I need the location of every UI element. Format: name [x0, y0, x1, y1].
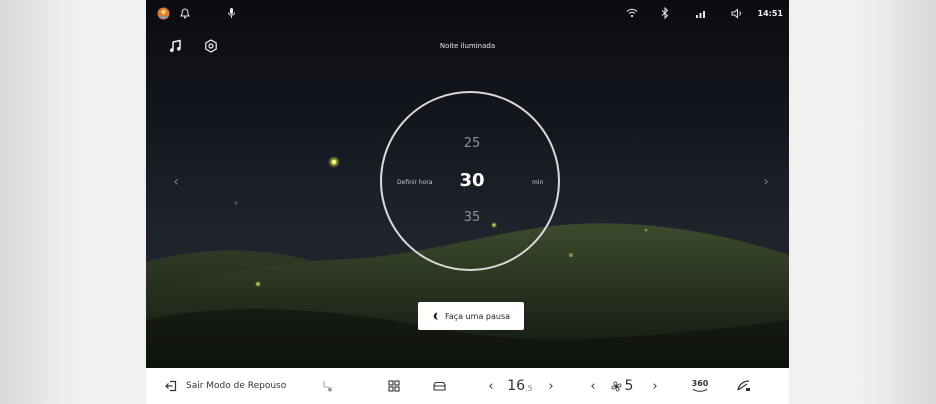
car-screen: 14:51 Noite iluminada ‹ › 25 30 35 Defin… [146, 0, 789, 404]
timer-option-previous[interactable]: 25 [382, 136, 562, 151]
seat-heating-icon[interactable] [320, 368, 334, 404]
temperature-value: 16 [507, 378, 526, 394]
avatar-icon[interactable] [156, 6, 170, 20]
fan-speed-display[interactable]: 5 [604, 368, 640, 404]
exit-icon[interactable] [164, 368, 178, 404]
temperature-display[interactable]: 16.5 [502, 368, 538, 404]
timer-dial[interactable]: 25 30 35 Definir hora min [380, 91, 560, 271]
timer-option-next[interactable]: 35 [382, 210, 562, 225]
rotate-arrow-icon [692, 388, 708, 392]
exit-sleep-mode-button[interactable]: Sair Modo de Repouso [186, 368, 298, 404]
next-scene-arrow[interactable]: › [758, 172, 774, 192]
microphone-icon[interactable] [224, 6, 238, 20]
take-a-break-label: Faça uma pausa [444, 311, 511, 321]
camera-360-button[interactable]: 360 [688, 368, 712, 404]
timer-unit: min [532, 179, 544, 186]
page-title: Noite iluminada [439, 42, 496, 50]
timer-label: Definir hora [397, 179, 433, 186]
previous-scene-arrow[interactable]: ‹ [168, 172, 184, 192]
night-scene-background: 14:51 Noite iluminada ‹ › 25 30 35 Defin… [146, 0, 789, 368]
fan-increase-button[interactable]: › [648, 368, 662, 404]
volume-icon[interactable] [730, 6, 744, 20]
fan-icon [611, 381, 621, 391]
moon-icon [433, 312, 439, 320]
wiper-icon[interactable] [736, 368, 752, 404]
camera-360-label: 360 [691, 378, 709, 388]
bell-icon[interactable] [178, 6, 192, 20]
wifi-icon [625, 6, 639, 20]
apps-grid-icon[interactable] [386, 368, 402, 404]
bluetooth-icon [658, 6, 672, 20]
clock-time: 14:51 [757, 9, 783, 18]
take-a-break-button[interactable]: Faça uma pausa [418, 302, 524, 330]
temperature-decimal: .5 [525, 384, 533, 393]
fan-decrease-button[interactable]: ‹ [586, 368, 600, 404]
bottom-bar: Sair Modo de Repouso ‹ 16.5 › ‹ 5 › 360 [146, 368, 789, 404]
temperature-increase-button[interactable]: › [544, 368, 558, 404]
car-icon[interactable] [430, 368, 448, 404]
fan-level: 5 [624, 378, 634, 394]
cellular-signal-icon [694, 6, 708, 20]
exit-sleep-mode-label: Sair Modo de Repouso [186, 381, 287, 391]
temperature-decrease-button[interactable]: ‹ [484, 368, 498, 404]
